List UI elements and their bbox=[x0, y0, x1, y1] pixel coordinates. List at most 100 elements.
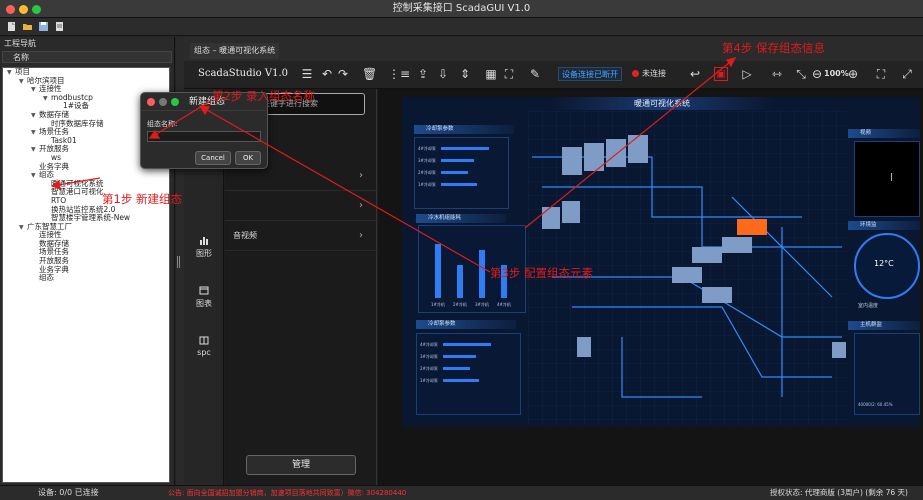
chiller-bar-label: 1#冷机 bbox=[431, 302, 445, 307]
expand-icon[interactable]: ⤢ bbox=[900, 67, 914, 81]
grid-icon[interactable]: ▦ bbox=[484, 67, 498, 81]
minimize-window-icon[interactable] bbox=[19, 5, 28, 14]
dialog-minimize-icon bbox=[159, 98, 167, 106]
back-icon[interactable]: ↩ bbox=[688, 67, 702, 81]
host-group-box: 40000/2: 60.45% bbox=[854, 333, 920, 415]
tree-item[interactable]: 场景任务 bbox=[3, 248, 169, 257]
tree-item[interactable]: 组态 bbox=[3, 273, 169, 283]
bar-chart-icon bbox=[200, 237, 208, 245]
config-name-input[interactable] bbox=[147, 131, 261, 142]
pump-row-label: 2#冷却泵 bbox=[418, 170, 436, 175]
app-window: 控制采集接口 ScadaGUI V1.0 工程导航 名称 ▼ 项目 ▼ 哈尔滨项目 ▼ 连… bbox=[0, 0, 923, 500]
cancel-button[interactable]: Cancel bbox=[195, 151, 231, 165]
main-area: 组态 – 暖通可视化系统 ScadaStudio V1.0 ☰ ↶ ↷ 🗑 ⋮≡… bbox=[184, 37, 923, 485]
splitter-grip-icon[interactable] bbox=[177, 256, 180, 268]
pump-params-box: 4#冷却泵 3#冷却泵 2#冷却泵 1#冷却泵 bbox=[414, 137, 509, 209]
chiller-bar-label: 3#冷机 bbox=[475, 302, 489, 307]
sidebar-item-label: spc bbox=[197, 348, 211, 357]
pump-bar bbox=[443, 367, 470, 370]
fullwidth-icon[interactable]: ⇿ bbox=[770, 67, 784, 81]
title-bar: 控制采集接口 ScadaGUI V1.0 bbox=[0, 0, 923, 18]
sidebar-item-label: 图形 bbox=[196, 249, 212, 258]
license-status: 授权状态: 代理商版 (3周户) (剩余 76 天) bbox=[770, 488, 908, 497]
save-icon[interactable] bbox=[38, 21, 49, 32]
disconnected-dot-icon bbox=[632, 70, 639, 77]
video-box: | bbox=[854, 141, 920, 217]
close-window-icon[interactable] bbox=[6, 5, 15, 14]
layers-icon[interactable]: ⋮≡ bbox=[388, 67, 410, 81]
disconnected-label: 未连接 bbox=[642, 69, 666, 78]
viz-panel-header: 主机群监 bbox=[848, 321, 920, 330]
stat-value: 40000/2: 60.45% bbox=[858, 402, 893, 407]
delete-icon[interactable]: 🗑 bbox=[362, 67, 377, 81]
pump-params-box-2: 4#冷却泵 3#冷却泵 2#冷却泵 1#冷却泵 bbox=[416, 333, 521, 415]
annotation-step3: 第3步 配置组态元素 bbox=[490, 266, 593, 280]
new-file-icon[interactable] bbox=[6, 21, 17, 32]
temperature-gauge: 12°C bbox=[854, 233, 920, 299]
undo-icon[interactable]: ↶ bbox=[320, 67, 334, 81]
list-item[interactable]: › bbox=[225, 191, 377, 221]
eraser-icon[interactable]: ✎ bbox=[528, 67, 542, 81]
pump-row-label: 1#冷却泵 bbox=[418, 182, 436, 187]
studio-toolbar: ScadaStudio V1.0 ☰ ↶ ↷ 🗑 ⋮≡ ⇪ ⇩ ⇕ ▦ ⛶ ✎ … bbox=[184, 61, 923, 89]
menu-icon[interactable]: ☰ bbox=[300, 67, 314, 81]
tab-hvac-config[interactable]: 组态 – 暖通可视化系统 bbox=[190, 43, 280, 59]
redo-icon[interactable]: ↷ bbox=[336, 67, 350, 81]
config-name-label: 组态名称: bbox=[147, 120, 178, 128]
sidebar-item-label: 图表 bbox=[196, 299, 212, 308]
viz-panel-header: 冷水机组能耗 bbox=[416, 214, 506, 223]
studio-brand: ScadaStudio V1.0 bbox=[198, 68, 288, 79]
design-canvas[interactable]: 暖通可视化系统 冷却泵参数 4#冷却泵 3#冷却泵 2#冷却泵 1#冷却泵 冷水机组能… bbox=[378, 89, 923, 485]
chiller-bar bbox=[457, 265, 463, 298]
tree-item[interactable]: 数据存储 bbox=[3, 239, 169, 249]
annotation-step4: 第4步 保存组态信息 bbox=[722, 41, 825, 55]
save-config-icon[interactable]: ▣ bbox=[714, 67, 728, 81]
manage-button[interactable]: 管理 bbox=[246, 455, 356, 475]
pump-row-label: 2#冷却泵 bbox=[420, 366, 438, 371]
viz-panel-header: 环境监 bbox=[848, 221, 920, 230]
align-icon[interactable]: ⇕ bbox=[458, 67, 472, 81]
calendar-icon bbox=[199, 286, 209, 295]
viz-panel-header: 冷却泵参数 bbox=[414, 125, 514, 134]
download-icon[interactable]: ⇩ bbox=[436, 67, 450, 81]
zoom-in-icon[interactable]: ⊕ bbox=[846, 67, 860, 81]
sidebar-item-graphics[interactable]: 图形 bbox=[184, 235, 224, 259]
sidebar-item-spc[interactable]: spc bbox=[184, 335, 224, 357]
annotation-step1: 第1步 新建组态 bbox=[102, 192, 182, 206]
sidebar-item-charts[interactable]: 图表 bbox=[184, 285, 224, 309]
list-item-audio-video[interactable]: 音视频 › bbox=[225, 221, 377, 251]
play-icon[interactable]: ▷ bbox=[740, 67, 754, 81]
tree-item[interactable]: 业务字典 bbox=[3, 265, 169, 275]
open-folder-icon[interactable] bbox=[22, 21, 33, 32]
pump-bar bbox=[441, 171, 468, 174]
pump-row-label: 3#冷却泵 bbox=[418, 158, 436, 163]
chiller-bar-label: 2#冷机 bbox=[453, 302, 467, 307]
document-icon[interactable] bbox=[54, 21, 65, 32]
ok-button[interactable]: OK bbox=[235, 151, 261, 165]
tree-item[interactable]: 连接性 bbox=[3, 230, 169, 240]
temperature-value: 12°C bbox=[874, 259, 894, 268]
window-title: 控制采集接口 ScadaGUI V1.0 bbox=[392, 3, 531, 14]
maximize-window-icon[interactable] bbox=[32, 5, 41, 14]
navigator-title: 工程导航 bbox=[4, 39, 36, 48]
chevron-right-icon: › bbox=[359, 170, 363, 181]
chevron-right-icon: › bbox=[359, 200, 363, 211]
chevron-right-icon: › bbox=[359, 230, 363, 241]
fullscreen-icon[interactable]: ⛶ bbox=[874, 67, 888, 81]
dialog-maximize-icon[interactable] bbox=[171, 98, 179, 106]
zoom-out-icon[interactable]: ⊖ bbox=[810, 67, 824, 81]
compress-icon[interactable]: ⤡ bbox=[794, 67, 808, 81]
brand-version: V1.0 bbox=[264, 68, 289, 79]
pump-row-label: 1#冷却泵 bbox=[420, 378, 438, 383]
tree-item[interactable]: 开放服务 bbox=[3, 256, 169, 266]
tree-item[interactable]: ▼ 哈尔滨项目 bbox=[3, 76, 169, 86]
tree-item[interactable]: ▼ 广东智慧工厂 bbox=[3, 222, 169, 232]
hvac-visualization[interactable]: 暖通可视化系统 冷却泵参数 4#冷却泵 3#冷却泵 2#冷却泵 1#冷却泵 冷水机组能… bbox=[402, 97, 920, 427]
upload-icon[interactable]: ⇪ bbox=[416, 67, 430, 81]
status-bar: 设备: 0/0 已连接 公告: 面向全国诚招加盟分销商，加速项目落地共同致富）微… bbox=[0, 485, 923, 500]
box-icon bbox=[199, 336, 209, 345]
fit-icon[interactable]: ⛶ bbox=[502, 67, 516, 81]
annotation-step2: 第2步 录入组态名称 bbox=[212, 89, 315, 103]
chiller-bar-label: 4#冷机 bbox=[497, 302, 511, 307]
dialog-close-icon[interactable] bbox=[147, 98, 155, 106]
